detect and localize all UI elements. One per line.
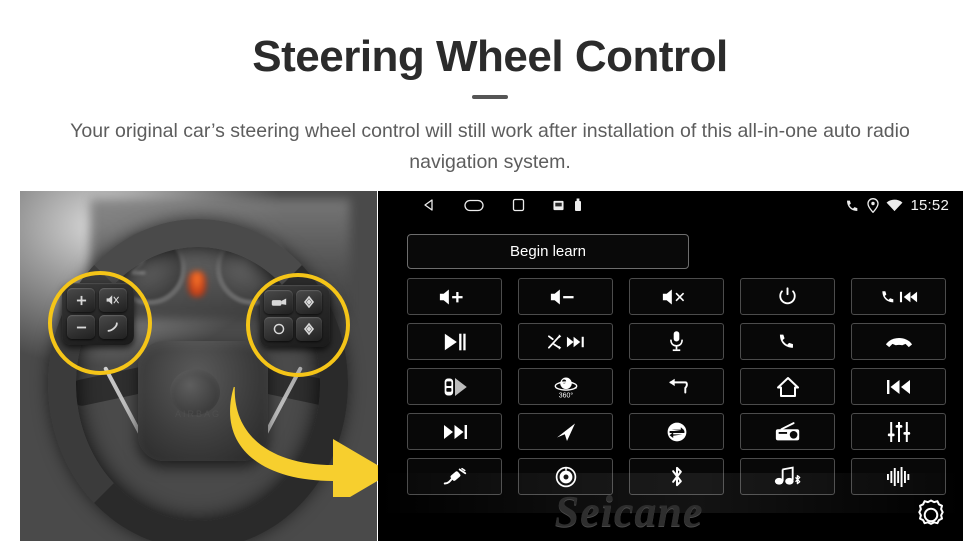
airbag-text: AIRBAG	[174, 409, 221, 419]
play-pause-button[interactable]	[407, 323, 502, 360]
back-icon[interactable]	[422, 198, 436, 212]
bluetooth-music-icon	[774, 466, 800, 485]
bluetooth-icon	[671, 466, 682, 487]
next-track-button[interactable]	[407, 413, 502, 450]
camera-360-label: 360°	[558, 391, 573, 399]
navigation-button[interactable]	[518, 413, 613, 450]
status-bar-right: 15:52	[845, 197, 949, 214]
play-pause-icon	[444, 333, 466, 350]
car-radar-icon	[444, 377, 467, 396]
status-bar: 15:52	[378, 191, 963, 219]
answer-call-button[interactable]	[740, 323, 835, 360]
microphone-icon	[670, 331, 683, 352]
brand-watermark: Seicane	[554, 487, 704, 536]
curved-arrow-icon	[230, 387, 391, 497]
volume-up-button[interactable]	[407, 278, 502, 315]
next-track-icon	[443, 424, 467, 439]
page-title: Steering Wheel Control	[252, 32, 728, 81]
head-unit-screen: 15:52 Begin learn 360° Seicane	[378, 191, 963, 541]
equalizer-button[interactable]	[851, 413, 946, 450]
phone-hangup-icon	[885, 337, 912, 347]
power-icon	[779, 287, 796, 305]
source-switch-button[interactable]	[629, 413, 724, 450]
volume-down-icon	[550, 288, 574, 305]
storage-icons	[553, 198, 582, 212]
shuffle-next-icon	[547, 333, 584, 350]
begin-learn-label: Begin learn	[510, 243, 586, 260]
sound-wave-icon	[886, 466, 909, 487]
end-call-button[interactable]	[851, 323, 946, 360]
phone-previous-icon	[881, 290, 917, 302]
volume-up-icon	[439, 288, 463, 305]
recents-icon[interactable]	[512, 198, 525, 212]
previous-track-icon	[886, 379, 910, 394]
voice-button[interactable]	[629, 323, 724, 360]
swc-button-grid: 360°	[407, 278, 946, 495]
content-panel: 2 AIRBAG 15:52 Begin learn 360° Seicane	[20, 191, 963, 541]
status-bar-clock: 15:52	[910, 196, 949, 214]
back-button[interactable]	[629, 368, 724, 405]
home-button[interactable]	[740, 368, 835, 405]
radio-button[interactable]	[740, 413, 835, 450]
volume-down-button[interactable]	[518, 278, 613, 315]
page-subtitle: Your original car’s steering wheel contr…	[70, 120, 910, 173]
camera-360-icon: 360°	[554, 377, 577, 399]
aux-cable-icon	[443, 467, 466, 485]
header-section: Steering Wheel Control Your original car…	[0, 0, 980, 190]
home-icon[interactable]	[464, 199, 484, 212]
home-house-icon	[776, 376, 799, 397]
shuffle-next-button[interactable]	[518, 323, 613, 360]
source-switch-icon	[667, 422, 686, 441]
screenshot-root: Steering Wheel Control Your original car…	[0, 0, 980, 548]
usb-icon	[575, 198, 581, 211]
sd-card-icon	[553, 200, 564, 210]
highlight-circle-right	[246, 273, 350, 377]
wifi-status-icon	[886, 199, 903, 212]
highlight-circle-left	[48, 271, 152, 375]
navigation-arrow-icon	[556, 423, 575, 441]
back-arrow-icon	[668, 378, 688, 394]
sound-wave-button[interactable]	[851, 458, 946, 495]
radio-icon	[775, 421, 799, 440]
phone-answer-icon	[779, 334, 793, 348]
previous-track-button[interactable]	[851, 368, 946, 405]
power-button[interactable]	[740, 278, 835, 315]
parking-sensor-button[interactable]	[407, 368, 502, 405]
settings-button[interactable]	[911, 495, 951, 535]
volume-mute-icon	[662, 288, 684, 305]
mute-button[interactable]	[629, 278, 724, 315]
phone-status-icon	[845, 198, 860, 213]
status-bar-left	[422, 198, 582, 212]
location-status-icon	[867, 197, 880, 213]
disc-icon	[555, 466, 576, 487]
yellow-arrow	[225, 387, 395, 497]
camera-360-button[interactable]: 360°	[518, 368, 613, 405]
equalizer-icon	[887, 421, 910, 442]
settings-gear-icon	[918, 499, 944, 525]
begin-learn-button[interactable]: Begin learn	[407, 234, 689, 269]
call-previous-button[interactable]	[851, 278, 946, 315]
title-divider	[472, 95, 508, 99]
